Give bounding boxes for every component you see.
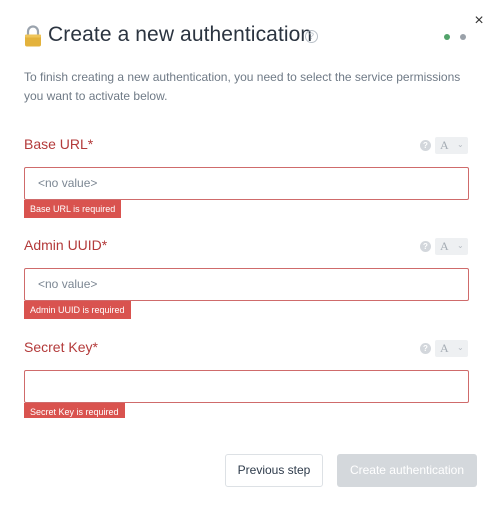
dialog-footer: Previous step Create authentication (0, 418, 500, 511)
secret-key-input[interactable] (24, 370, 469, 403)
field-error-message: Admin UUID is required (24, 301, 131, 319)
mode-select[interactable]: A ⌄ (435, 340, 468, 357)
field-error-message: Base URL is required (24, 200, 122, 218)
field-controls: ? A ⌄ (420, 137, 470, 155)
field-controls: ? A ⌄ (420, 238, 470, 256)
admin-uuid-input[interactable]: <no value> (24, 268, 469, 301)
field-label: Secret Key* (24, 339, 98, 355)
page-title: Create a new authentication (48, 23, 313, 46)
lock-icon (25, 25, 41, 47)
help-icon[interactable]: ? (305, 30, 318, 43)
field-help-icon[interactable]: ? (420, 343, 431, 354)
intro-text: To finish creating a new authentication,… (24, 70, 461, 103)
field-admin-uuid: Admin UUID* ? A ⌄ <no value> Admin UUID … (0, 226, 500, 336)
mode-select[interactable]: A ⌄ (435, 238, 468, 255)
dialog-header: Create a new authentication ? (24, 22, 474, 52)
step-dot-inactive (460, 34, 466, 40)
field-label: Base URL* (24, 136, 94, 152)
mode-select-value: A (440, 239, 449, 253)
field-help-icon[interactable]: ? (420, 241, 431, 252)
step-indicator (444, 34, 470, 42)
field-label: Admin UUID* (24, 237, 108, 253)
chevron-down-icon: ⌄ (457, 140, 464, 149)
previous-step-button[interactable]: Previous step (225, 454, 323, 487)
chevron-down-icon: ⌄ (457, 241, 464, 250)
field-controls: ? A ⌄ (420, 340, 470, 358)
fields-scroll-area[interactable]: Base URL* ? A ⌄ <no value> Base URL is r… (0, 125, 500, 418)
base-url-input[interactable]: <no value> (24, 167, 469, 200)
mode-select[interactable]: A ⌄ (435, 137, 468, 154)
create-authentication-button: Create authentication (337, 454, 477, 487)
mode-select-value: A (440, 341, 449, 355)
field-help-icon[interactable]: ? (420, 140, 431, 151)
field-secret-key: Secret Key* ? A ⌄ Secret Key is required (0, 328, 500, 418)
chevron-down-icon: ⌄ (457, 343, 464, 352)
field-error-message: Secret Key is required (24, 403, 125, 418)
field-base-url: Base URL* ? A ⌄ <no value> Base URL is r… (0, 125, 500, 235)
mode-select-value: A (440, 138, 449, 152)
step-dot-active (444, 34, 450, 40)
